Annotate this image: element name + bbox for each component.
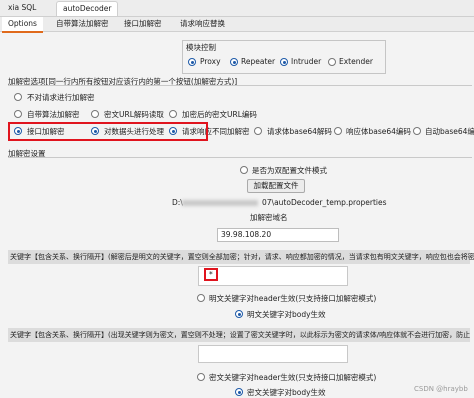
decrypt-options-divider [8, 85, 472, 86]
plaintext-header-label: 明文关键字对header生效(只支持接口加解密模式) [209, 294, 377, 303]
cipher-body-label: 密文关键字对body生效 [247, 388, 326, 397]
repeater-label: Repeater [241, 57, 276, 66]
tab-autodecoder[interactable]: autoDecoder [56, 1, 119, 16]
proxy-radio[interactable] [188, 58, 196, 66]
keyword-highlight [204, 268, 218, 281]
builtin-crypto-label: 自带算法加解密 [27, 110, 80, 119]
tab-xia-sql[interactable]: xia SQL [2, 1, 42, 15]
extender-radio[interactable] [328, 58, 336, 66]
resp-body-b64-radio[interactable] [334, 127, 342, 135]
extender-label: Extender [339, 57, 373, 66]
domain-label: 加解密域名 [250, 213, 288, 222]
url-decode-label: 密文URL解码读取 [104, 110, 164, 119]
no-crypto-radio[interactable] [14, 93, 22, 101]
cipher-header-radio[interactable] [197, 373, 205, 381]
module-control-title: 模块控制 [186, 43, 216, 52]
dual-config-label: 是否为双配置文件模式 [252, 166, 327, 175]
resp-body-b64-label: 响应体base64编码 [346, 127, 411, 136]
settings-divider [8, 157, 472, 158]
url-decode-radio[interactable] [91, 110, 99, 118]
redacted-path [182, 200, 258, 206]
req-body-b64-radio[interactable] [254, 127, 262, 135]
intruder-radio[interactable] [280, 58, 288, 66]
plaintext-body-label: 明文关键字对body生效 [247, 310, 326, 319]
tab-req-resp-replace[interactable]: 请求响应替换 [174, 17, 231, 31]
url-encode-label: 加密后的密文URL编码 [182, 110, 257, 119]
cipher-body-radio[interactable] [235, 388, 243, 396]
proxy-label: Proxy [200, 57, 221, 66]
intruder-label: Intruder [291, 57, 322, 66]
plaintext-header-radio[interactable] [197, 294, 205, 302]
plaintext-keyword-label: 关键字【包含关系、换行隔开】(解密后是明文的关键字，置空则全部加密；针对，请求、… [10, 253, 474, 261]
plaintext-keyword-textarea[interactable] [198, 266, 348, 286]
load-config-button[interactable]: 加载配置文件 [247, 179, 305, 193]
req-body-b64-label: 请求体base64解码 [267, 127, 332, 136]
builtin-crypto-radio[interactable] [14, 110, 22, 118]
cipher-header-label: 密文关键字对header生效(只支持接口加解密模式) [209, 373, 377, 382]
config-path-suffix: 07\autoDecoder_temp.properties [262, 198, 387, 207]
highlight-box [8, 122, 208, 141]
tab-interface-crypto[interactable]: 接口加解密 [118, 17, 168, 31]
dual-config-radio[interactable] [240, 166, 248, 174]
repeater-radio[interactable] [230, 58, 238, 66]
plaintext-body-radio[interactable] [235, 310, 243, 318]
no-crypto-label: 不对请求进行加解密 [27, 93, 95, 102]
csdn-watermark: CSDN @hraybb [414, 385, 468, 393]
domain-input[interactable]: 39.98.108.20 [217, 228, 339, 242]
auto-b64-label: 自动base64编 [425, 127, 474, 136]
url-encode-radio[interactable] [169, 110, 177, 118]
tab-options[interactable]: Options [2, 17, 43, 33]
cipher-keyword-label: 关键字【包含关系、换行隔开】(出现关键字则为密文，置空则不处理；设置了密文关键字… [10, 331, 471, 339]
auto-b64-radio[interactable] [413, 127, 421, 135]
cipher-keyword-textarea[interactable] [198, 345, 348, 363]
tab-builtin-crypto[interactable]: 自带算法加解密 [50, 17, 115, 31]
